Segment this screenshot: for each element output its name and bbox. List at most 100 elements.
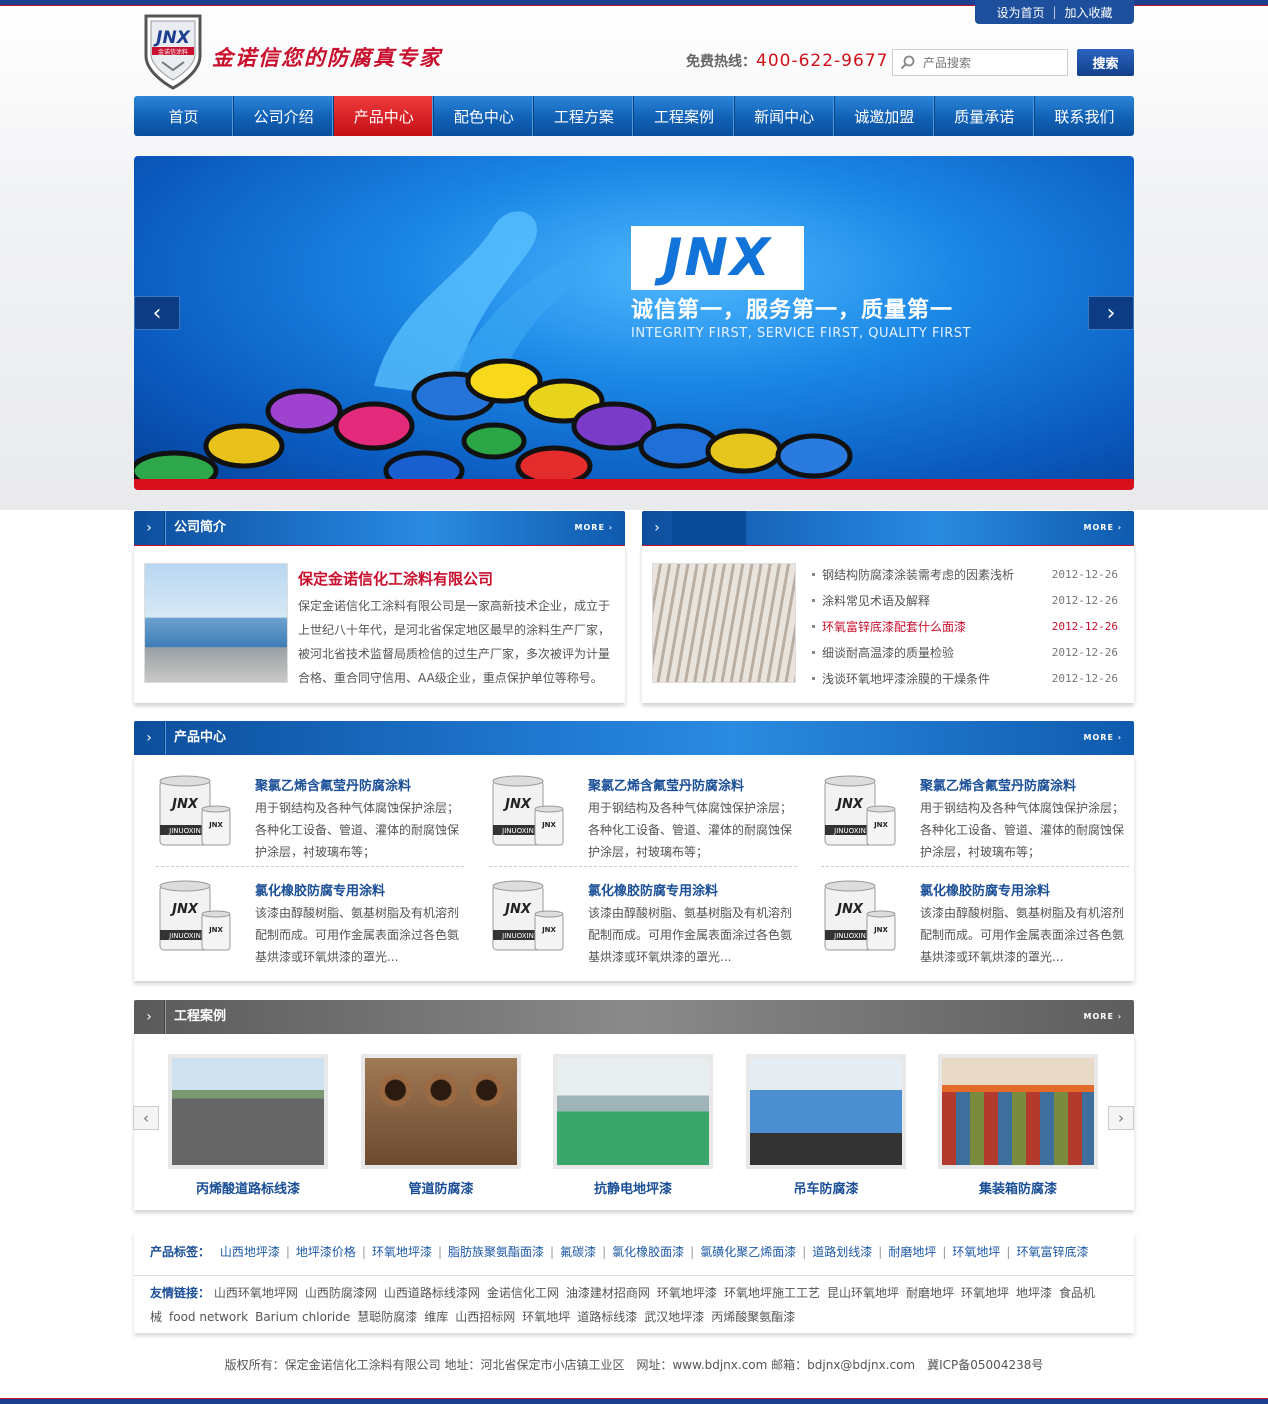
product-name[interactable]: 聚氯乙烯含氟莹丹防腐涂料 [588,775,744,794]
tag-link[interactable]: 地坪漆价格 [296,1245,356,1259]
cases-more-link[interactable]: MORE › [1084,1000,1122,1034]
search-input[interactable] [921,54,1065,71]
product-item[interactable]: JNX JINUOXIN JNX 聚氯乙烯含氟莹丹防腐涂料 用于钢结构及各种气体腐蚀保护… [477,773,797,875]
case-caption[interactable]: 集装箱防腐漆 [938,1178,1098,1197]
news-more-link[interactable]: MORE › [1084,511,1122,545]
products-more-link[interactable]: MORE › [1084,721,1122,755]
case-item[interactable]: 丙烯酸道路标线漆 [168,1054,328,1197]
company-more-link[interactable]: MORE › [575,511,613,545]
friend-link[interactable]: 道路标线漆 [577,1310,637,1324]
case-item[interactable]: 集装箱防腐漆 [938,1054,1098,1197]
tag-link[interactable]: 山西地坪漆 [220,1245,280,1259]
product-item[interactable]: JNX JINUOXIN JNX 氯化橡胶防腐专用涂料 该漆由醇酸树脂、氨基树脂及有机溶… [809,878,1124,980]
paint-can-image[interactable]: JNX JINUOXIN JNX [156,878,234,958]
friend-link[interactable]: food network [169,1310,248,1324]
nav-item-color-center[interactable]: 配色中心 [434,96,535,136]
tag-link[interactable]: 环氧富锌底漆 [1016,1245,1088,1259]
news-item[interactable]: 环氧富锌底漆配套什么面漆 2012-12-26 [812,614,1118,640]
friend-link[interactable]: 慧聪防腐漆 [357,1310,417,1324]
friend-link[interactable]: 山西招标网 [455,1310,515,1324]
paint-can-image[interactable]: JNX JINUOXIN JNX [821,878,899,958]
tag-link[interactable]: 环氧地坪 [952,1245,1000,1259]
friend-link[interactable]: 金诺信化工网 [487,1286,559,1300]
nav-item-franchise[interactable]: 诚邀加盟 [835,96,935,136]
tag-link[interactable]: 氟碳漆 [560,1245,596,1259]
friend-link[interactable]: 环氧地坪漆 [657,1286,717,1300]
friend-link[interactable]: Barium chloride [255,1310,350,1324]
nav-item-about[interactable]: 公司介绍 [234,96,335,136]
nav-item-cases[interactable]: 工程案例 [634,96,735,136]
friend-link[interactable]: 耐磨地坪 [906,1286,954,1300]
paint-can-image[interactable]: JNX JINUOXIN JNX [821,773,899,853]
paint-can-image[interactable]: JNX JINUOXIN JNX [489,878,567,958]
news-title[interactable]: 浅谈环氧地坪漆涂膜的干燥条件 [812,666,990,692]
news-roof-photo[interactable] [652,563,796,683]
friend-link[interactable]: 山西环氧地坪网 [214,1286,298,1300]
add-favorite-link[interactable]: 加入收藏 [1065,4,1113,21]
banner-next-button[interactable]: › [1088,296,1134,330]
news-title[interactable]: 细谈耐高温漆的质量检验 [812,640,954,666]
product-name[interactable]: 聚氯乙烯含氟莹丹防腐涂料 [920,775,1076,794]
tag-link[interactable]: 氯磺化聚乙烯面漆 [700,1245,796,1259]
case-caption[interactable]: 丙烯酸道路标线漆 [168,1178,328,1197]
nav-item-home[interactable]: 首页 [134,96,235,136]
product-name[interactable]: 氯化橡胶防腐专用涂料 [255,880,385,899]
cases-next-button[interactable]: › [1108,1106,1134,1130]
tag-link[interactable]: 环氧地坪漆 [372,1245,432,1259]
case-caption[interactable]: 吊车防腐漆 [746,1178,906,1197]
case-photo-crane[interactable] [746,1054,906,1169]
friend-link[interactable]: 环氧地坪施工工艺 [724,1286,820,1300]
friend-link[interactable]: 山西防腐漆网 [305,1286,377,1300]
friend-link[interactable]: 地坪漆 [1016,1286,1052,1300]
paint-can-image[interactable]: JNX JINUOXIN JNX [489,773,567,853]
hero-banner[interactable]: JNX 诚信第一，服务第一，质量第一 INTEGRITY FIRST, SERV… [134,156,1134,490]
company-building-photo[interactable] [144,563,288,683]
news-item[interactable]: 涂料常见术语及解释 2012-12-26 [812,588,1118,614]
nav-item-news[interactable]: 新闻中心 [735,96,835,136]
news-item[interactable]: 浅谈环氧地坪漆涂膜的干燥条件 2012-12-26 [812,666,1118,692]
banner-prev-button[interactable]: ‹ [134,296,180,330]
case-photo-pipes[interactable] [361,1054,521,1169]
news-item[interactable]: 钢结构防腐漆涂装需考虑的因素浅析 2012-12-26 [812,562,1118,588]
tag-link[interactable]: 氯化橡胶面漆 [612,1245,684,1259]
case-photo-road[interactable] [168,1054,328,1169]
product-name[interactable]: 氯化橡胶防腐专用涂料 [920,880,1050,899]
case-item[interactable]: 抗静电地坪漆 [553,1054,713,1197]
product-item[interactable]: JNX JINUOXIN JNX 氯化橡胶防腐专用涂料 该漆由醇酸树脂、氨基树脂及有机溶… [144,878,459,980]
friend-link[interactable]: 环氧地坪 [522,1310,570,1324]
paint-can-image[interactable]: JNX JINUOXIN JNX [156,773,234,853]
case-caption[interactable]: 抗静电地坪漆 [553,1178,713,1197]
product-name[interactable]: 氯化橡胶防腐专用涂料 [588,880,718,899]
case-item[interactable]: 吊车防腐漆 [746,1054,906,1197]
company-logo[interactable]: JNX 金诺信涂料 [142,12,204,90]
search-button[interactable]: 搜索 [1077,49,1134,76]
product-item[interactable]: JNX JINUOXIN JNX 聚氯乙烯含氟莹丹防腐涂料 用于钢结构及各种气体腐蚀保护… [809,773,1129,875]
company-name[interactable]: 保定金诺信化工涂料有限公司 [298,568,493,589]
cases-prev-button[interactable]: ‹ [133,1106,159,1130]
set-homepage-link[interactable]: 设为首页 [996,4,1044,21]
product-item[interactable]: JNX JINUOXIN JNX 氯化橡胶防腐专用涂料 该漆由醇酸树脂、氨基树脂及有机溶… [477,878,792,980]
case-item[interactable]: 管道防腐漆 [361,1054,521,1197]
nav-item-contact[interactable]: 联系我们 [1035,96,1134,136]
case-caption[interactable]: 管道防腐漆 [361,1178,521,1197]
friend-link[interactable]: 环氧地坪 [961,1286,1009,1300]
news-tab[interactable] [672,511,746,545]
product-name[interactable]: 聚氯乙烯含氟莹丹防腐涂料 [255,775,411,794]
tag-link[interactable]: 脂肪族聚氨酯面漆 [448,1245,544,1259]
news-item[interactable]: 细谈耐高温漆的质量检验 2012-12-26 [812,640,1118,666]
friend-link[interactable]: 昆山环氧地坪 [827,1286,899,1300]
nav-item-quality[interactable]: 质量承诺 [935,96,1035,136]
news-title[interactable]: 钢结构防腐漆涂装需考虑的因素浅析 [812,562,1014,588]
case-photo-containers[interactable] [938,1054,1098,1169]
friend-link[interactable]: 丙烯酸聚氨酯漆 [711,1310,795,1324]
nav-item-products[interactable]: 产品中心 [334,96,435,136]
tag-link[interactable]: 道路划线漆 [812,1245,872,1259]
product-item[interactable]: JNX JINUOXIN JNX 聚氯乙烯含氟莹丹防腐涂料 用于钢结构及各种气体腐蚀保护… [144,773,464,875]
news-title[interactable]: 涂料常见术语及解释 [812,588,930,614]
nav-item-solutions[interactable]: 工程方案 [534,96,635,136]
friend-link[interactable]: 山西道路标线漆网 [384,1286,480,1300]
friend-link[interactable]: 维库 [424,1310,448,1324]
case-photo-factory-floor[interactable] [553,1054,713,1169]
news-title[interactable]: 环氧富锌底漆配套什么面漆 [812,614,966,640]
friend-link[interactable]: 武汉地坪漆 [644,1310,704,1324]
